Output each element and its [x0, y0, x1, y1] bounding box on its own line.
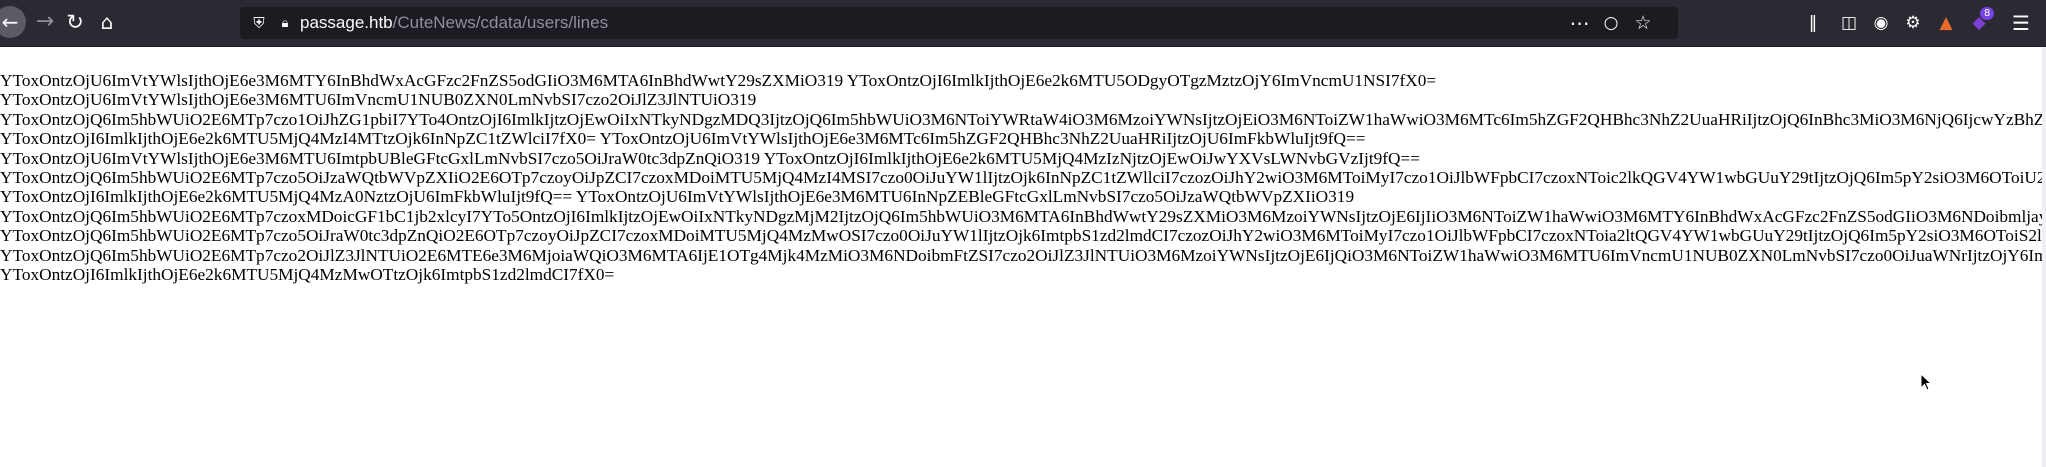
home-icon[interactable]: ⌂	[92, 7, 122, 37]
scrollbar[interactable]	[2042, 47, 2046, 467]
more-icon[interactable]: ⋯	[1566, 11, 1592, 35]
shield-icon[interactable]: ⛨	[248, 11, 270, 35]
address-bar[interactable]: ⛨ 🔒︎ passage.htb/CuteNews/cdata/users/li…	[240, 7, 1678, 39]
extension-badge: 8	[1980, 7, 1995, 20]
hamburger-menu-icon[interactable]: ☰	[2008, 10, 2034, 36]
reload-icon[interactable]: ↻	[60, 7, 90, 37]
back-arrow-icon[interactable]: ←	[0, 6, 26, 38]
text-line: YToxOntzOjI6ImlkIjthOjE6e2k6MTU5MjQ4MzMw…	[0, 265, 615, 285]
bookmark-star-icon[interactable]: ☆	[1630, 11, 1656, 35]
text-line: YToxOntzOjQ6Im5hbWUiO2E6MTp7czo2OiJlZ3Jl…	[0, 245, 2046, 265]
extension-icon[interactable]: ⚙	[1900, 10, 1926, 36]
text-line: YToxOntzOjI6ImlkIjthOjE6e2k6MTU5MjQ4MzA0…	[0, 187, 1355, 207]
extension-fox-icon[interactable]: ▲	[1933, 10, 1959, 36]
url-path: /CuteNews/cdata/users/lines	[392, 13, 609, 32]
sidebar-icon[interactable]: ◫	[1836, 10, 1862, 36]
text-line: YToxOntzOjQ6Im5hbWUiO2E6MTp7czo1OiJhZG1p…	[0, 109, 2046, 129]
url-host: passage.htb	[300, 13, 393, 32]
mouse-cursor-icon	[1920, 373, 1933, 391]
lock-icon[interactable]: 🔒︎	[274, 11, 296, 35]
page-content: YToxOntzOjU6ImVtYWlsIjthOjE6e3M6MTY6InBh…	[0, 71, 2046, 467]
account-icon[interactable]: ◉	[1868, 10, 1894, 36]
text-line: YToxOntzOjU6ImVtYWlsIjthOjE6e3M6MTY6InBh…	[0, 71, 1437, 90]
text-line: YToxOntzOjQ6Im5hbWUiO2E6MTp7czo5OiJzaWQt…	[0, 168, 2046, 188]
browser-toolbar: ← → ↻ ⌂ ⛨ 🔒︎ passage.htb/CuteNews/cdata/…	[0, 0, 2046, 47]
forward-arrow-icon[interactable]: →	[30, 7, 60, 37]
text-line: YToxOntzOjQ6Im5hbWUiO2E6MTp7czo5OiJraW0t…	[0, 226, 2046, 246]
url-text[interactable]: passage.htb/CuteNews/cdata/users/lines	[300, 7, 608, 39]
text-line: YToxOntzOjU6ImVtYWlsIjthOjE6e3M6MTU6Imtp…	[0, 148, 1420, 168]
pocket-icon[interactable]: ○	[1598, 11, 1624, 35]
text-line: YToxOntzOjI6ImlkIjthOjE6e2k6MTU5MjQ4MzI4…	[0, 129, 1366, 149]
library-icon[interactable]: ‖	[1800, 10, 1826, 36]
text-line: YToxOntzOjQ6Im5hbWUiO2E6MTp7czoxMDoicGF1…	[0, 206, 2046, 226]
text-line: YToxOntzOjU6ImVtYWlsIjthOjE6e3M6MTU6ImVn…	[0, 90, 757, 110]
